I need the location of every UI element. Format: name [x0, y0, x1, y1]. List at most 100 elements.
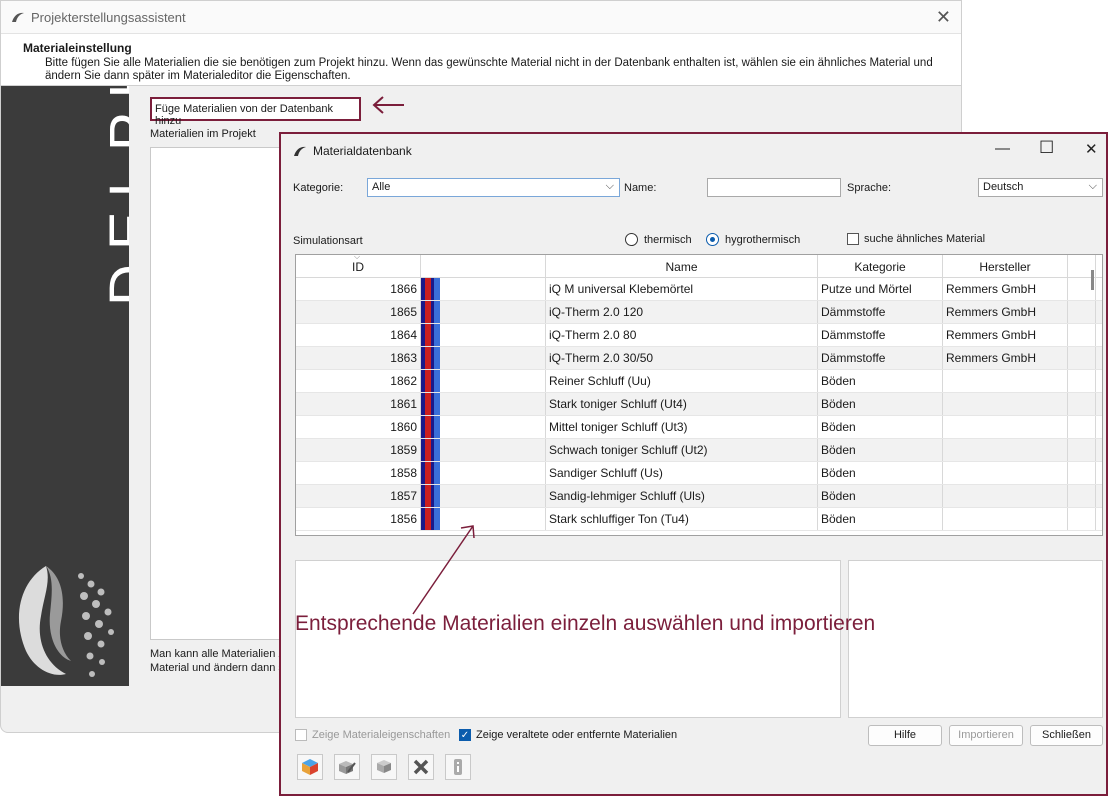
close-button[interactable]: Schließen — [1030, 725, 1103, 746]
table-row[interactable]: 1861 Stark toniger Schluff (Ut4) Böden — [296, 393, 1102, 416]
language-select[interactable]: Deutsch ⌵ — [978, 178, 1103, 197]
checkbox-box[interactable]: ✓ — [459, 729, 471, 741]
cell-manufacturer — [943, 370, 1068, 392]
table-row[interactable]: 1862 Reiner Schluff (Uu) Böden — [296, 370, 1102, 393]
cell-extra — [1068, 416, 1096, 438]
column-header-category[interactable]: Kategorie — [818, 255, 943, 277]
cell-id: 1857 — [296, 485, 421, 507]
simulation-label: Simulationsart — [293, 235, 363, 247]
show-obsolete-checkbox[interactable]: ✓ Zeige veraltete oder entfernte Materia… — [459, 729, 677, 741]
material-database-dialog: Materialdatenbank — ☐ ✕ Kategorie: Alle … — [279, 132, 1108, 796]
delete-material-tool[interactable] — [408, 754, 434, 780]
add-materials-from-db-button[interactable]: Füge Materialien von der Datenbank hinzu — [150, 97, 361, 127]
column-header-manufacturer[interactable]: Hersteller — [943, 255, 1068, 277]
radio-hygrothermal-indicator[interactable] — [706, 233, 719, 246]
table-row[interactable]: 1858 Sandiger Schluff (Us) Böden — [296, 462, 1102, 485]
material-color-swatch — [421, 416, 441, 438]
wizard-description: Bitte fügen Sie alle Materialien die sie… — [45, 57, 933, 82]
cell-color-swatch — [421, 370, 546, 392]
material-color-swatch — [421, 370, 441, 392]
annotation-arrow-left-icon — [372, 96, 404, 114]
brand-sidebar: DELPHIN — [1, 86, 129, 686]
cell-manufacturer — [943, 485, 1068, 507]
table-row[interactable]: 1863 iQ-Therm 2.0 30/50 Dämmstoffe Remmers … — [296, 347, 1102, 370]
cell-id: 1859 — [296, 439, 421, 461]
table-row[interactable]: 1859 Schwach toniger Schluff (Ut2) Böden — [296, 439, 1102, 462]
cell-name: Sandiger Schluff (Us) — [546, 462, 818, 484]
materials-table[interactable]: ⌵ ID Name Kategorie Hersteller 1866 iQ M … — [295, 254, 1103, 536]
cell-color-swatch — [421, 278, 546, 300]
copy-material-tool[interactable] — [371, 754, 397, 780]
sort-indicator-icon: ⌵ — [354, 254, 361, 261]
edit-material-tool[interactable] — [334, 754, 360, 780]
similar-material-checkbox[interactable]: suche ähnliches Material — [847, 233, 985, 245]
cell-manufacturer — [943, 508, 1068, 530]
cell-category: Böden — [818, 393, 943, 415]
close-icon[interactable]: ✕ — [1085, 140, 1098, 158]
material-preview-panel — [848, 560, 1103, 718]
minimize-icon[interactable]: — — [995, 140, 1010, 157]
annotation-text: Entsprechende Materialien einzeln auswäh… — [295, 612, 876, 635]
table-row[interactable]: 1857 Sandig-lehmiger Schluff (Uls) Böden — [296, 485, 1102, 508]
chevron-down-icon: ⌵ — [605, 180, 614, 192]
chevron-down-icon: ⌵ — [1088, 180, 1097, 192]
dialog-title: Materialdatenbank — [313, 144, 412, 158]
show-properties-checkbox[interactable]: Zeige Materialeigenschaften — [295, 729, 450, 741]
wizard-title: Projekterstellungsassistent — [31, 9, 186, 25]
show-obsolete-label: Zeige veraltete oder entfernte Materiali… — [476, 729, 678, 741]
cell-id: 1860 — [296, 416, 421, 438]
radio-thermal[interactable]: thermisch — [625, 233, 692, 246]
column-header-name[interactable]: Name — [546, 255, 818, 277]
table-row[interactable]: 1866 iQ M universal Klebemörtel Putze und … — [296, 278, 1102, 301]
cell-id: 1856 — [296, 508, 421, 530]
column-header-id[interactable]: ⌵ ID — [296, 255, 421, 277]
cell-category: Dämmstoffe — [818, 347, 943, 369]
table-row[interactable]: 1864 iQ-Therm 2.0 80 Dämmstoffe Remmers Gmb… — [296, 324, 1102, 347]
table-header: ⌵ ID Name Kategorie Hersteller — [296, 255, 1102, 278]
table-row[interactable]: 1860 Mittel toniger Schluff (Ut3) Böden — [296, 416, 1102, 439]
radio-thermal-indicator[interactable] — [625, 233, 638, 246]
cell-name: iQ M universal Klebemörtel — [546, 278, 818, 300]
checkbox-box[interactable] — [295, 729, 307, 741]
cell-extra — [1068, 508, 1096, 530]
cube-color-icon — [302, 759, 318, 775]
radio-thermal-label: thermisch — [644, 233, 692, 246]
column-header-color[interactable] — [421, 255, 546, 277]
cell-color-swatch — [421, 462, 546, 484]
material-color-swatch — [421, 462, 441, 484]
cell-color-swatch — [421, 393, 546, 415]
cell-color-swatch — [421, 324, 546, 346]
maximize-icon[interactable]: ☐ — [1039, 138, 1054, 158]
cell-manufacturer: Remmers GmbH — [943, 301, 1068, 323]
project-note-line: Material und ändern dann s — [150, 662, 284, 674]
table-row[interactable]: 1865 iQ-Therm 2.0 120 Dämmstoffe Remmers Gm… — [296, 301, 1102, 324]
category-select[interactable]: Alle ⌵ — [367, 178, 620, 197]
brand-text: DELPHIN — [98, 86, 129, 306]
vertical-scrollbar[interactable] — [1091, 270, 1094, 290]
column-header-label: ID — [352, 260, 364, 274]
cell-extra — [1068, 347, 1096, 369]
cell-manufacturer — [943, 439, 1068, 461]
material-color-swatch — [421, 301, 441, 323]
radio-hygrothermal-label: hygrothermisch — [725, 233, 801, 246]
cell-name: Sandig-lehmiger Schluff (Uls) — [546, 485, 818, 507]
cell-id: 1865 — [296, 301, 421, 323]
cell-extra — [1068, 462, 1096, 484]
info-material-tool[interactable] — [445, 754, 471, 780]
cell-category: Böden — [818, 439, 943, 461]
checkbox-box[interactable] — [847, 233, 859, 245]
help-button[interactable]: Hilfe — [868, 725, 942, 746]
project-note: Man kann alle Materialien z Material und… — [150, 647, 290, 675]
new-material-tool[interactable] — [297, 754, 323, 780]
wizard-close-icon[interactable]: ✕ — [936, 7, 951, 28]
name-input[interactable] — [707, 178, 841, 197]
cell-id: 1866 — [296, 278, 421, 300]
radio-hygrothermal[interactable]: hygrothermisch — [706, 233, 800, 246]
cell-extra — [1068, 393, 1096, 415]
import-button[interactable]: Importieren — [949, 725, 1023, 746]
project-materials-list[interactable] — [150, 147, 290, 640]
cell-color-swatch — [421, 347, 546, 369]
cell-name: iQ-Therm 2.0 120 — [546, 301, 818, 323]
dialog-titlebar: Materialdatenbank — [293, 144, 412, 158]
cell-category: Böden — [818, 370, 943, 392]
